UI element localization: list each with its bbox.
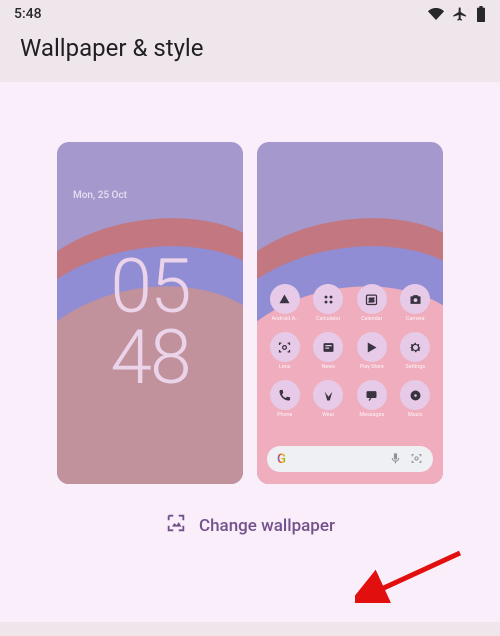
wallpaper-card: Mon, 25 Oct 05 48 Android A.. Calculator 2… xyxy=(38,112,462,567)
app-label: Camera xyxy=(406,316,425,322)
app-label: Messages xyxy=(359,412,384,418)
lock-date: Mon, 25 Oct xyxy=(73,190,127,201)
lock-clock: 05 48 xyxy=(57,252,243,395)
phone-icon xyxy=(270,380,300,410)
lens-icon[interactable] xyxy=(410,450,423,469)
app-label: Android A.. xyxy=(272,316,298,322)
app-wear[interactable]: Wear xyxy=(309,380,349,418)
camera-icon xyxy=(400,284,430,314)
lens-icon xyxy=(270,332,300,362)
lock-clock-mins: 48 xyxy=(57,323,243,394)
page-title: Wallpaper & style xyxy=(0,28,500,82)
message-icon xyxy=(357,380,387,410)
status-time: 5:48 xyxy=(14,6,42,22)
lock-clock-hours: 05 xyxy=(57,252,243,323)
app-camera[interactable]: Camera xyxy=(396,284,436,322)
app-grid: Android A.. Calculator 25 Calendar Camera Len… xyxy=(257,284,443,418)
preview-row: Mon, 25 Oct 05 48 Android A.. Calculator 2… xyxy=(56,142,444,484)
app-android[interactable]: Android A.. xyxy=(265,284,305,322)
app-play[interactable]: Play Store xyxy=(352,332,392,370)
app-label: Lens xyxy=(279,364,291,370)
wear-icon xyxy=(313,380,343,410)
content-area: Mon, 25 Oct 05 48 Android A.. Calculator 2… xyxy=(0,82,500,622)
app-label: News xyxy=(321,364,335,370)
airplane-icon xyxy=(452,6,468,22)
battery-icon xyxy=(476,6,486,22)
android-icon xyxy=(270,284,300,314)
home-screen-preview[interactable]: Android A.. Calculator 25 Calendar Camera Len… xyxy=(257,142,443,484)
mic-icon[interactable] xyxy=(389,450,402,469)
calendar-icon: 25 xyxy=(357,284,387,314)
change-wallpaper-button[interactable]: Change wallpaper xyxy=(56,512,444,539)
news-icon xyxy=(313,332,343,362)
google-logo: G xyxy=(277,452,286,467)
app-disc[interactable]: Music xyxy=(396,380,436,418)
app-news[interactable]: News xyxy=(309,332,349,370)
lock-screen-preview[interactable]: Mon, 25 Oct 05 48 xyxy=(57,142,243,484)
app-label: Calculator xyxy=(316,316,340,322)
app-label: Settings xyxy=(405,364,425,370)
app-label: Calendar xyxy=(361,316,382,322)
change-wallpaper-icon xyxy=(165,512,187,539)
status-bar: 5:48 xyxy=(0,0,500,28)
app-gear[interactable]: Settings xyxy=(396,332,436,370)
app-label: Phone xyxy=(277,412,292,418)
wifi-icon xyxy=(428,6,444,22)
app-grid4[interactable]: Calculator xyxy=(309,284,349,322)
change-wallpaper-label: Change wallpaper xyxy=(199,516,335,536)
disc-icon xyxy=(400,380,430,410)
app-label: Play Store xyxy=(360,364,384,370)
search-bar[interactable]: G xyxy=(267,446,433,472)
grid4-icon xyxy=(313,284,343,314)
play-icon xyxy=(357,332,387,362)
gear-icon xyxy=(400,332,430,362)
app-label: Music xyxy=(408,412,423,418)
app-lens[interactable]: Lens xyxy=(265,332,305,370)
status-icons xyxy=(428,6,486,22)
app-label: Wear xyxy=(322,412,334,418)
app-phone[interactable]: Phone xyxy=(265,380,305,418)
svg-text:25: 25 xyxy=(369,298,375,304)
app-calendar[interactable]: 25 Calendar xyxy=(352,284,392,322)
app-message[interactable]: Messages xyxy=(352,380,392,418)
